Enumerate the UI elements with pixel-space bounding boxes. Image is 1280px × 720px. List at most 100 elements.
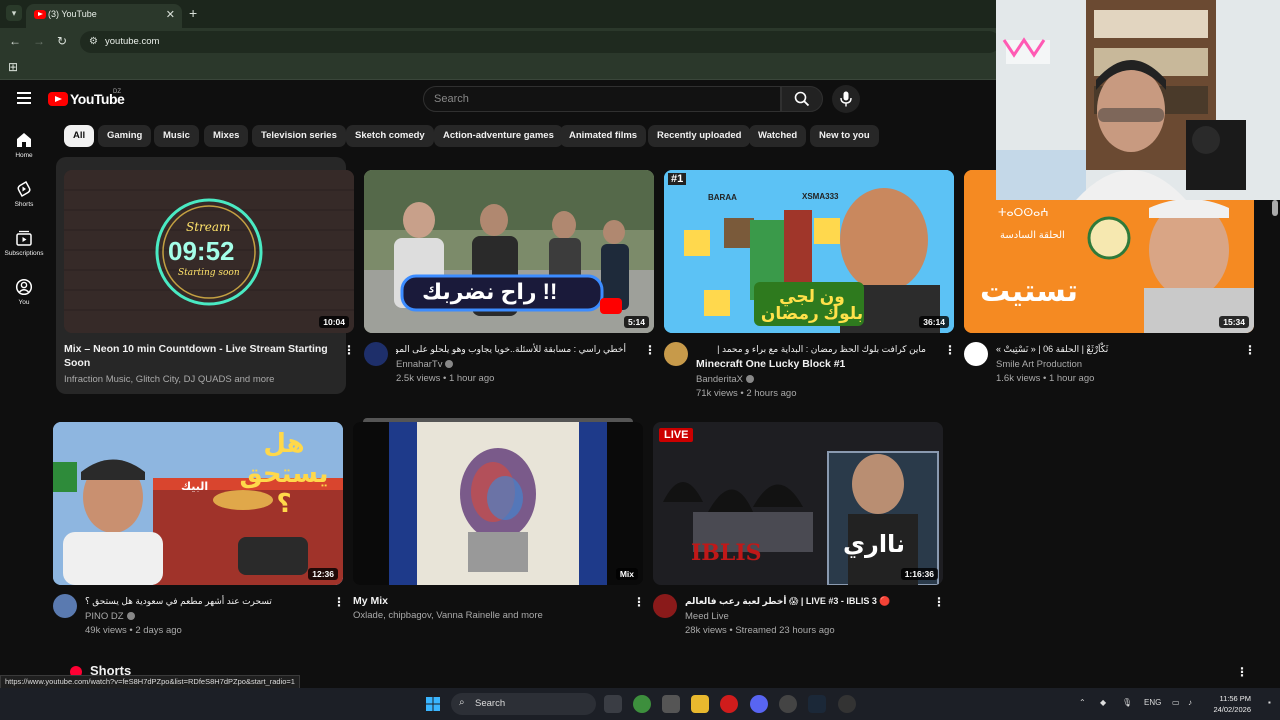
- video-card[interactable]: ⵜⴰⵔⵙⴰⵄ الحلقة السادسة تستيت 15:34 ثَكْاَ…: [964, 170, 1256, 394]
- more-options-icon[interactable]: ⋮: [333, 595, 345, 609]
- browser-tab[interactable]: (3) YouTube ✕: [26, 4, 182, 28]
- opera-icon[interactable]: [720, 695, 738, 713]
- video-thumbnail[interactable]: Mix: [353, 422, 643, 585]
- shorts-more-options-icon[interactable]: ⋮: [1236, 665, 1248, 679]
- hamburger-menu-icon[interactable]: [17, 92, 31, 104]
- microphone-tray-icon[interactable]: 🎙: [1122, 698, 1132, 707]
- taskbar-search[interactable]: ⌕ Search: [451, 693, 596, 715]
- back-icon[interactable]: ←: [9, 34, 21, 48]
- thumbnail-text: 09:52: [168, 236, 235, 266]
- more-options-icon[interactable]: ⋮: [1244, 343, 1256, 357]
- video-title[interactable]: Mix – Neon 10 min Countdown - Live Strea…: [64, 342, 328, 356]
- tab-close-icon[interactable]: ✕: [166, 8, 175, 21]
- channel-avatar[interactable]: [664, 342, 688, 366]
- video-channel[interactable]: Meed Live: [685, 611, 729, 622]
- video-thumbnail[interactable]: هل يستحق ؟ البيك 12:36: [53, 422, 343, 585]
- chip-music[interactable]: Music: [154, 125, 199, 147]
- video-title-line-2[interactable]: Soon: [64, 356, 90, 370]
- chip-recently-uploaded[interactable]: Recently uploaded: [648, 125, 751, 147]
- sidebar-item-subscriptions[interactable]: Subscriptions: [0, 229, 48, 257]
- obs-icon[interactable]: [838, 695, 856, 713]
- channel-avatar[interactable]: [53, 594, 77, 618]
- more-options-icon[interactable]: ⋮: [944, 343, 956, 357]
- more-options-icon[interactable]: ⋮: [644, 343, 656, 357]
- video-thumbnail[interactable]: راح نضربك !! 5:14: [364, 170, 654, 333]
- file-explorer-icon[interactable]: [691, 695, 709, 713]
- video-channel[interactable]: PINO DZ: [85, 611, 135, 622]
- search-button[interactable]: [781, 86, 823, 112]
- tray-app-icon[interactable]: ◆: [1100, 698, 1106, 707]
- page-scrollbar[interactable]: [1272, 200, 1278, 216]
- verified-icon: [746, 375, 755, 384]
- snipping-tool-icon[interactable]: [662, 695, 680, 713]
- video-channel[interactable]: Oxlade, chipbagov, Vanna Rainelle and mo…: [353, 610, 543, 621]
- more-options-icon[interactable]: ⋮: [933, 595, 945, 609]
- video-title[interactable]: ثَكْاَرْثَعْ | الحلقة 06 | « نَسْتِيتْ »: [996, 342, 1226, 356]
- channel-avatar[interactable]: [964, 342, 988, 366]
- video-channel[interactable]: BanderitaX: [696, 374, 755, 385]
- task-view-icon[interactable]: [604, 695, 622, 713]
- video-thumbnail[interactable]: #1 BARAA XSMA333 ون لجي بلوك رمضان 36:14: [664, 170, 954, 333]
- channel-name: EnnaharTv: [396, 359, 443, 370]
- sidebar-item-you[interactable]: You: [0, 278, 48, 306]
- new-tab-icon[interactable]: +: [189, 5, 197, 21]
- video-card[interactable]: LIVE IBLIS نااري 1:16:36 أخطر لعبة رعب ف…: [653, 422, 945, 642]
- video-channel[interactable]: Smile Art Production: [996, 359, 1082, 370]
- steam-icon[interactable]: [808, 695, 826, 713]
- thumbnail-text: البيك: [181, 481, 209, 493]
- reload-icon[interactable]: ↻: [57, 34, 67, 48]
- chip-mixes[interactable]: Mixes: [204, 125, 249, 147]
- video-thumbnail[interactable]: LIVE IBLIS نااري 1:16:36: [653, 422, 943, 585]
- video-card[interactable]: هل يستحق ؟ البيك 12:36 تسحرت عند أشهر مط…: [53, 422, 345, 642]
- video-title[interactable]: ماين كرافت بلوك الحظ رمضان : البداية مع …: [696, 342, 926, 356]
- tab-search-button[interactable]: ▾: [6, 5, 22, 21]
- chrome-icon[interactable]: [633, 695, 651, 713]
- video-card[interactable]: Mix My Mix Oxlade, chipbagov, Vanna Rain…: [353, 418, 645, 628]
- voice-search-button[interactable]: [832, 85, 860, 113]
- channel-avatar[interactable]: [653, 594, 677, 618]
- chip-watched[interactable]: Watched: [749, 125, 807, 147]
- video-title[interactable]: My Mix: [353, 594, 388, 608]
- thumbnail-text: الحلقة السادسة: [1000, 230, 1065, 241]
- video-channel[interactable]: EnnaharTv: [396, 359, 454, 370]
- video-duration: 1:16:36: [900, 568, 938, 580]
- chip-television-series[interactable]: Television series: [252, 125, 346, 147]
- network-icon[interactable]: ▭: [1172, 698, 1180, 707]
- tray-overflow-icon[interactable]: ⌃: [1079, 698, 1086, 707]
- video-card[interactable]: راح نضربك !! 5:14 أخطي راسي : مسابقة للأ…: [364, 170, 656, 394]
- search-input[interactable]: Search: [423, 86, 781, 112]
- more-options-icon[interactable]: ⋮: [343, 343, 355, 357]
- url-field[interactable]: ⚙ youtube.com: [80, 31, 1000, 53]
- you-icon: [15, 278, 33, 296]
- chip-all[interactable]: All: [64, 125, 95, 147]
- video-title[interactable]: تسحرت عند أشهر مطعم في سعودية هل يستحق ؟: [85, 594, 325, 608]
- sidebar-item-shorts[interactable]: Shorts: [0, 180, 48, 208]
- windows-start-icon[interactable]: [426, 697, 440, 711]
- video-title[interactable]: أخطر لعبة رعب فالعالم 😱 | LIVE #3 - IBLI…: [685, 594, 925, 608]
- forward-icon[interactable]: →: [33, 34, 45, 48]
- language-indicator[interactable]: ENG: [1144, 698, 1161, 707]
- chip-action-adventure-games[interactable]: Action-adventure games: [434, 125, 563, 147]
- video-thumbnail[interactable]: Stream 09:52 Starting soon 10:04: [64, 170, 354, 333]
- site-info-icon[interactable]: ⚙: [89, 36, 98, 47]
- youtube-logo-icon[interactable]: [48, 92, 68, 106]
- chip-animated-films[interactable]: Animated films: [560, 125, 647, 147]
- video-title-line-2[interactable]: Minecraft One Lucky Block #1: [696, 357, 845, 371]
- video-card[interactable]: Stream 09:52 Starting soon 10:04 Mix – N…: [56, 157, 355, 394]
- notification-icon[interactable]: ▪: [1268, 698, 1271, 707]
- chip-new-to-you[interactable]: New to you: [810, 125, 879, 147]
- video-title[interactable]: أخطي راسي : مسابقة للأسئلة..خويا يجاوب و…: [396, 342, 626, 356]
- system-clock[interactable]: 11:56 PM 24/02/2026: [1213, 693, 1251, 715]
- channel-avatar[interactable]: [364, 342, 388, 366]
- discord-icon[interactable]: [750, 695, 768, 713]
- video-card[interactable]: #1 BARAA XSMA333 ون لجي بلوك رمضان 36:14…: [664, 170, 956, 400]
- video-channel[interactable]: Infraction Music, Glitch City, DJ QUADS …: [64, 374, 274, 385]
- verified-icon: [126, 612, 135, 621]
- apps-grid-icon[interactable]: ⊞: [8, 60, 18, 74]
- app-icon[interactable]: [779, 695, 797, 713]
- sidebar-item-home[interactable]: Home: [0, 131, 48, 159]
- more-options-icon[interactable]: ⋮: [633, 595, 645, 609]
- volume-icon[interactable]: ♪: [1188, 698, 1192, 707]
- chip-gaming[interactable]: Gaming: [98, 125, 152, 147]
- chip-sketch-comedy[interactable]: Sketch comedy: [346, 125, 434, 147]
